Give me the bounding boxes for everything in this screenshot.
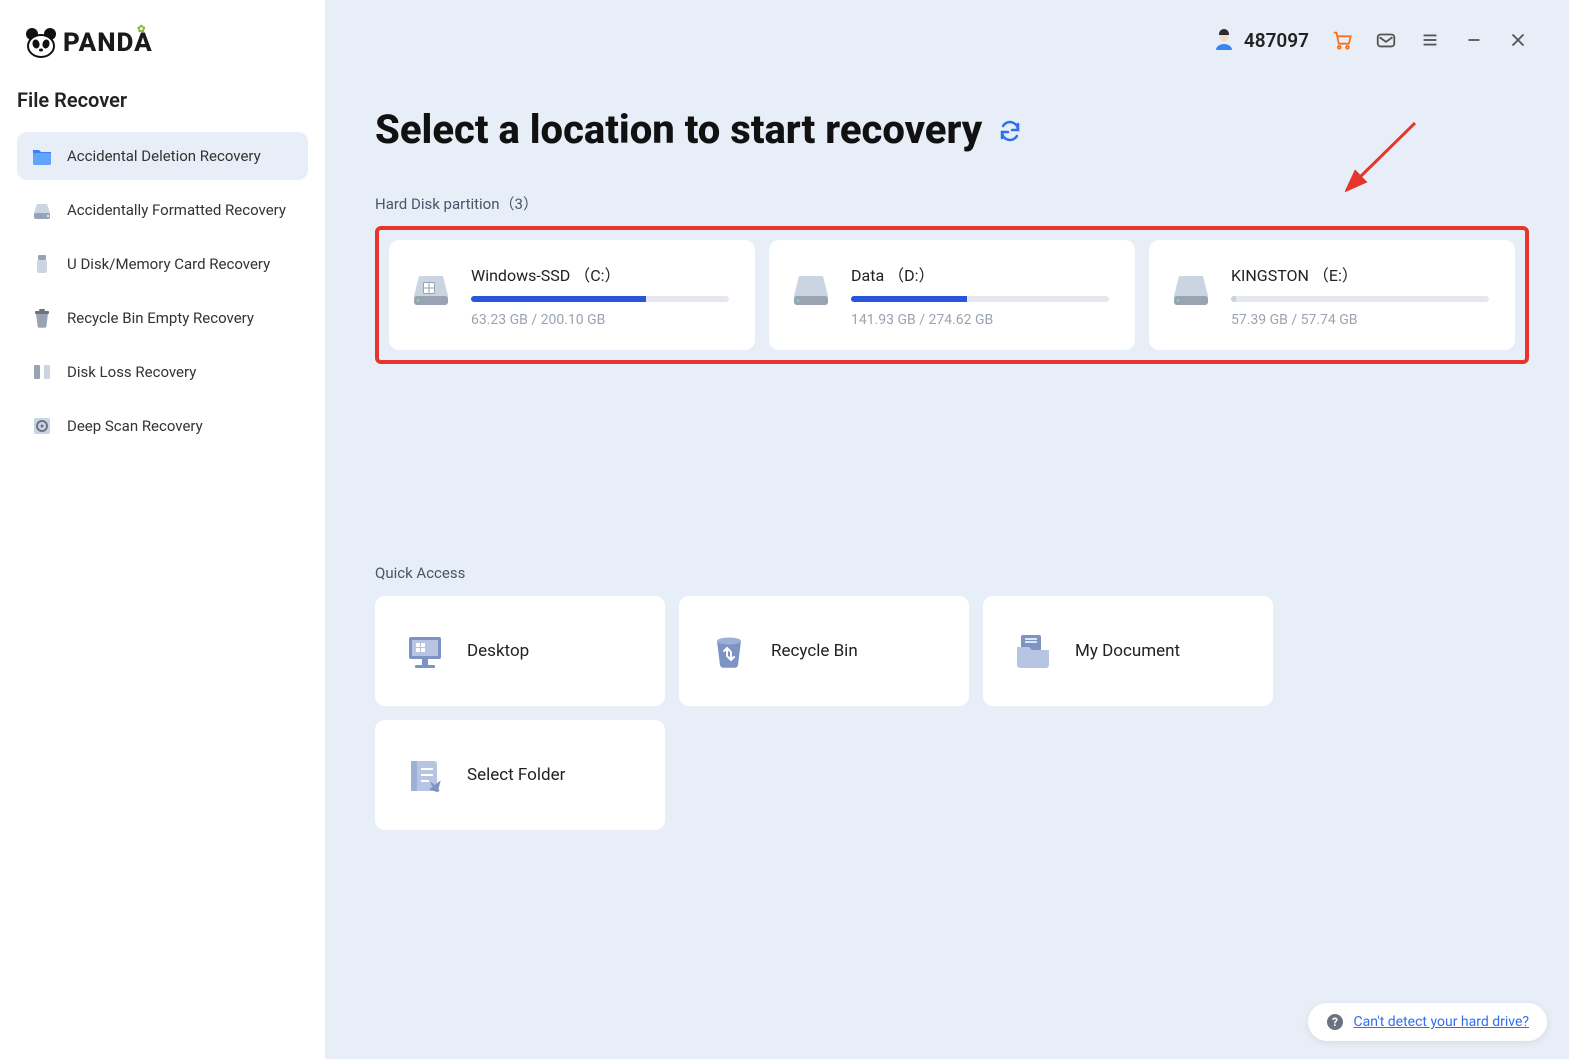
sidebar-item-label: Recycle Bin Empty Recovery [67,309,254,327]
svg-text:?: ? [1332,1015,1338,1029]
page-title: Select a location to start recovery [375,106,1529,153]
quick-access-recyclebin[interactable]: Recycle Bin [679,596,969,706]
quick-access-title: My Document [1075,641,1180,661]
partition-section-label: Hard Disk partition（3） [375,193,1529,214]
user-badge[interactable]: 487097 [1212,28,1309,52]
avatar-icon [1212,28,1236,52]
quick-access-mydocument[interactable]: My Document [983,596,1273,706]
drive-icon [1169,266,1213,310]
disk-loss-icon [31,361,53,383]
partition-progress [471,296,729,302]
user-id: 487097 [1244,29,1309,52]
page-title-text: Select a location to start recovery [375,106,982,153]
minimize-icon[interactable] [1463,29,1485,51]
drive-icon [789,266,833,310]
refresh-icon[interactable] [998,106,1022,153]
sidebar-item-label: Accidental Deletion Recovery [67,147,261,165]
sidebar-item-label: Deep Scan Recovery [67,417,203,435]
partition-name: Data （D:） [851,262,1109,286]
partition-name: Windows-SSD （C:） [471,262,729,286]
sidebar-item-formatted[interactable]: Accidentally Formatted Recovery [17,186,308,234]
main-content: 487097 Select a location to start recove… [325,0,1569,1059]
cart-icon[interactable] [1331,29,1353,51]
quick-access-selectfolder[interactable]: Select Folder [375,720,665,830]
usb-icon [31,253,53,275]
menu-icon[interactable] [1419,29,1441,51]
desktop-icon [403,629,447,673]
sidebar-section-title: File Recover [17,88,308,112]
partition-size: 141.93 GB / 274.62 GB [851,312,1109,328]
quick-access-title: Select Folder [467,765,565,785]
partition-size: 57.39 GB / 57.74 GB [1231,312,1489,328]
quick-access-label: Quick Access [375,564,1529,582]
app-name: PANDA✿ [63,28,153,58]
folder-icon [31,145,53,167]
partition-highlight-box: Windows-SSD （C:） 63.23 GB / 200.10 GB Da… [375,226,1529,364]
mail-icon[interactable] [1375,29,1397,51]
document-folder-icon [1011,629,1055,673]
partition-card-c[interactable]: Windows-SSD （C:） 63.23 GB / 200.10 GB [389,240,755,350]
recycle-bin-icon [707,629,751,673]
sidebar-item-label: Accidentally Formatted Recovery [67,201,286,219]
drive-icon [31,199,53,221]
partition-name: KINGSTON （E:） [1231,262,1489,286]
trash-icon [31,307,53,329]
select-folder-icon [403,753,447,797]
sidebar-item-deepscan[interactable]: Deep Scan Recovery [17,402,308,450]
quick-access-title: Desktop [467,641,529,661]
help-link-text: Can't detect your hard drive? [1354,1014,1529,1030]
quick-access-title: Recycle Bin [771,641,858,661]
sidebar: PANDA✿ File Recover Accidental Deletion … [0,0,325,1059]
windows-drive-icon [409,266,453,310]
sidebar-item-accidental-deletion[interactable]: Accidental Deletion Recovery [17,132,308,180]
close-icon[interactable] [1507,29,1529,51]
top-bar: 487097 [375,22,1529,58]
sidebar-item-udisk[interactable]: U Disk/Memory Card Recovery [17,240,308,288]
partition-card-e[interactable]: KINGSTON （E:） 57.39 GB / 57.74 GB [1149,240,1515,350]
deep-scan-icon [31,415,53,437]
sidebar-item-label: U Disk/Memory Card Recovery [67,255,270,273]
partition-size: 63.23 GB / 200.10 GB [471,312,729,328]
partition-card-d[interactable]: Data （D:） 141.93 GB / 274.62 GB [769,240,1135,350]
sidebar-item-diskloss[interactable]: Disk Loss Recovery [17,348,308,396]
quick-access-desktop[interactable]: Desktop [375,596,665,706]
partition-progress [1231,296,1489,302]
sidebar-item-recyclebin[interactable]: Recycle Bin Empty Recovery [17,294,308,342]
help-icon: ? [1326,1013,1344,1031]
partition-progress [851,296,1109,302]
app-logo: PANDA✿ [25,28,308,58]
help-pill[interactable]: ? Can't detect your hard drive? [1308,1003,1547,1041]
sidebar-item-label: Disk Loss Recovery [67,363,196,381]
